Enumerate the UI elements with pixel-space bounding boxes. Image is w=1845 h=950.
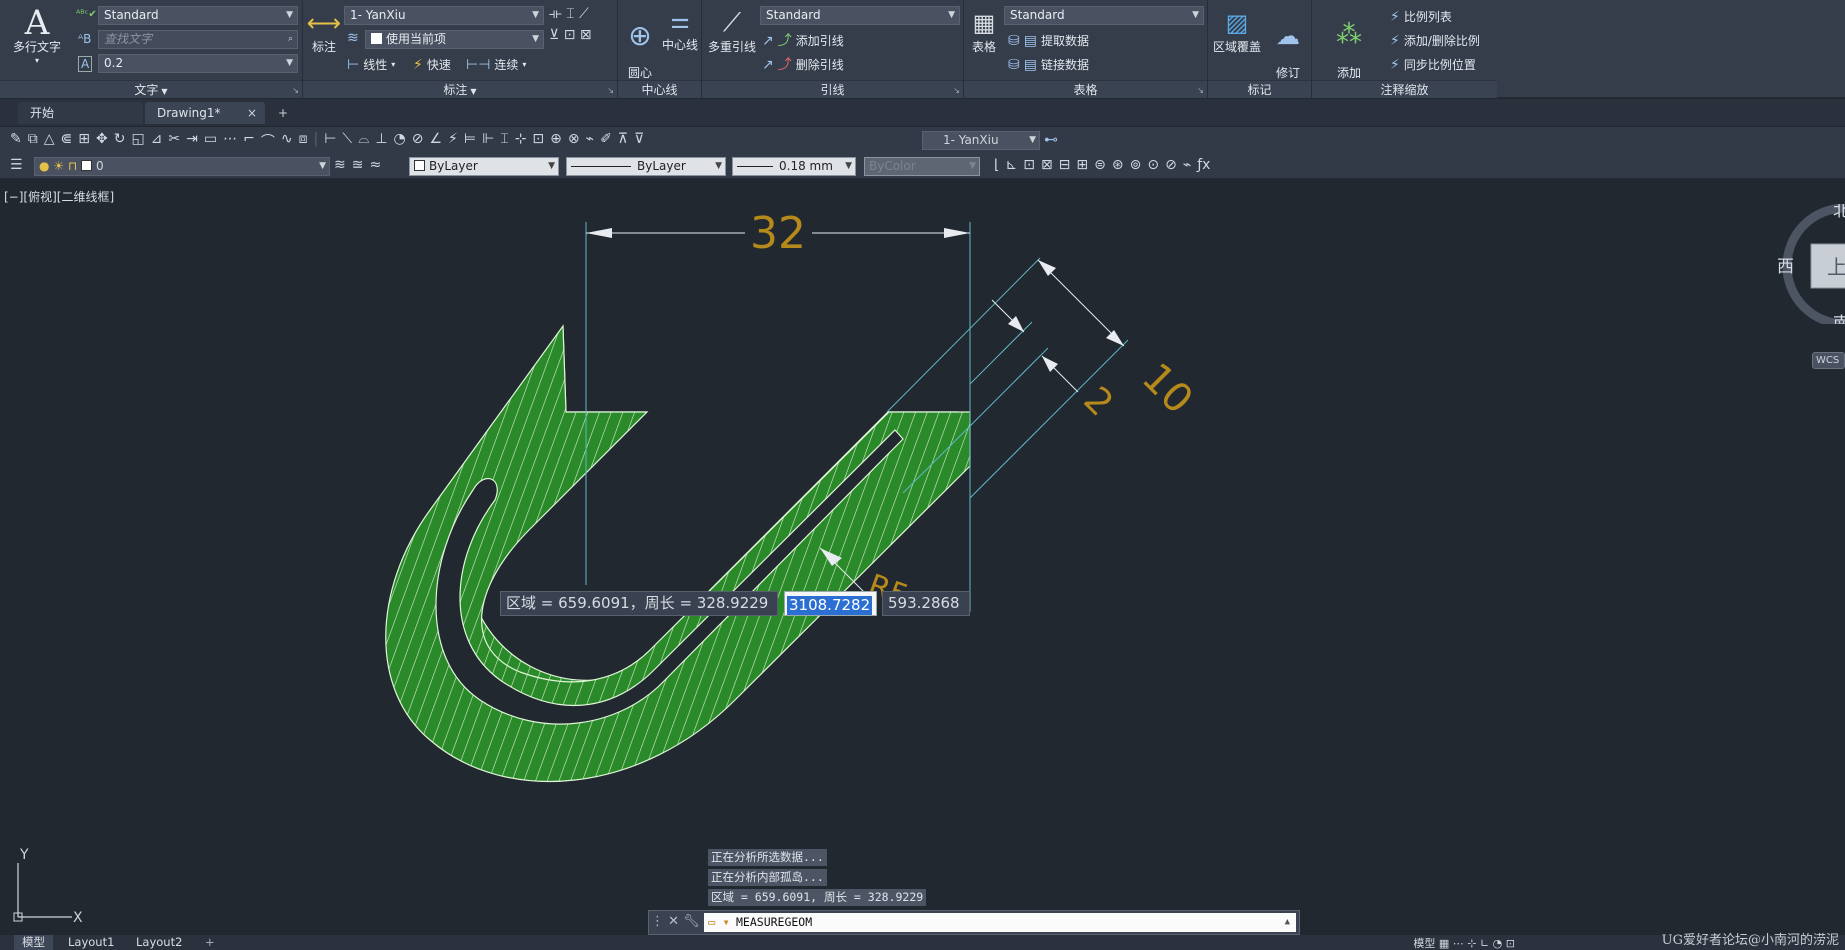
ortho-icon[interactable]: ∟: [1480, 937, 1493, 950]
model-space-label[interactable]: 模型: [1413, 937, 1435, 950]
history-line-1: 正在分析所选数据...: [708, 849, 827, 866]
command-line: ⋮ ✕ 🔧︎ ▭ ▾ MEASUREGEOM ▲: [648, 910, 1300, 935]
viewcube[interactable]: 上 北 西 南: [1775, 204, 1845, 324]
dim-width-text: 32: [750, 208, 806, 259]
polar-icon[interactable]: ◔: [1493, 937, 1506, 950]
cad-drawing[interactable]: 32 10 2 R5: [0, 0, 1845, 950]
drag-handle-icon[interactable]: ⋮ ✕ 🔧︎: [651, 914, 700, 929]
ucs-icon-indicator: Y X: [13, 847, 83, 925]
dynamic-input-field[interactable]: 3108.7282: [784, 591, 877, 616]
status-bar: 模型 Layout1 Layout2 + 模型 ▦ ⋯ ⊹ ∟ ◔ ⊡: [0, 935, 1845, 950]
viewcube-top-label: 上: [1827, 255, 1845, 279]
history-up-icon[interactable]: ▲: [1285, 913, 1290, 932]
tab-model[interactable]: 模型: [14, 935, 53, 950]
wcs-menu[interactable]: WCS: [1812, 352, 1845, 369]
dynamic-second-field[interactable]: 593.2868: [882, 591, 970, 616]
ucs-x-label: X: [73, 910, 83, 925]
add-layout-button[interactable]: +: [197, 935, 223, 950]
snap-icon[interactable]: ⊹: [1467, 937, 1480, 950]
dynamic-area-readout: 区域 = 659.6091，周长 = 328.9229: [500, 591, 778, 616]
dimension-gap[interactable]: 2: [991, 299, 1121, 424]
history-line-2: 正在分析内部孤岛...: [708, 869, 827, 886]
dimension-width[interactable]: 32: [586, 208, 970, 259]
wrench-icon[interactable]: 🔧︎: [683, 914, 700, 929]
tab-layout2[interactable]: Layout2: [128, 935, 190, 950]
osnap-icon[interactable]: ⊡: [1506, 937, 1515, 950]
compass-north[interactable]: 北: [1833, 204, 1845, 221]
compass-south[interactable]: 南: [1833, 314, 1845, 324]
command-prefix-icon: ▭ ▾: [708, 915, 730, 929]
dimension-thickness[interactable]: 10: [1037, 259, 1202, 424]
hook-outer-hatch[interactable]: [385, 324, 971, 782]
watermark-text: UG爱好者论坛@小南河的涝泥: [1661, 933, 1839, 948]
history-line-3: 区域 = 659.6091, 周长 = 328.9229: [708, 889, 927, 906]
compass-west[interactable]: 西: [1777, 257, 1794, 277]
grid-icon[interactable]: ▦ ⋯: [1439, 937, 1467, 950]
tab-layout1[interactable]: Layout1: [60, 935, 122, 950]
dim-thickness-text: 10: [1133, 355, 1202, 424]
command-input[interactable]: ▭ ▾ MEASUREGEOM ▲: [704, 913, 1296, 932]
status-tools[interactable]: 模型 ▦ ⋯ ⊹ ∟ ◔ ⊡: [1413, 935, 1515, 950]
ucs-y-label: Y: [19, 847, 29, 863]
